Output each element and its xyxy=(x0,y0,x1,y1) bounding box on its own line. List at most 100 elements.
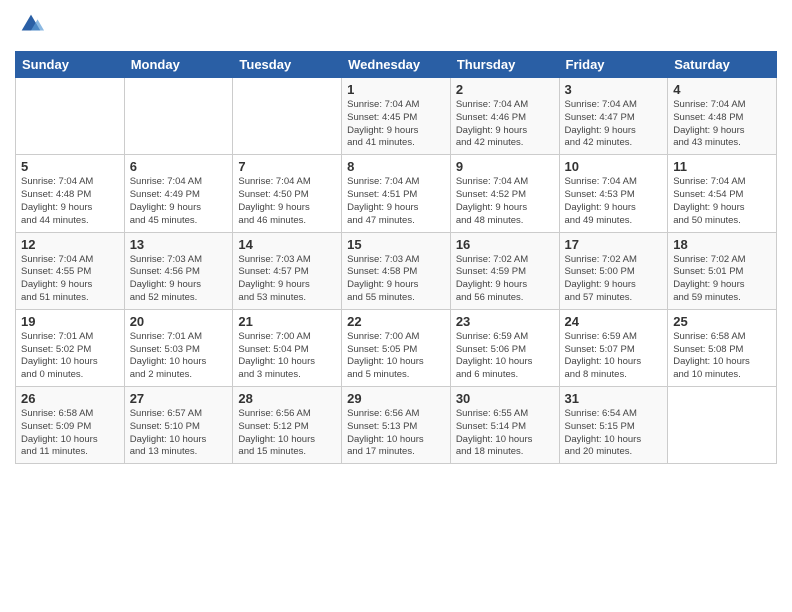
day-info: Sunrise: 7:03 AMSunset: 4:58 PMDaylight:… xyxy=(347,254,445,305)
day-number: 16 xyxy=(456,237,554,252)
day-number: 19 xyxy=(21,314,119,329)
day-number: 29 xyxy=(347,391,445,406)
day-info: Sunrise: 7:00 AMSunset: 5:04 PMDaylight:… xyxy=(238,331,336,382)
day-number: 30 xyxy=(456,391,554,406)
day-number: 28 xyxy=(238,391,336,406)
day-info: Sunrise: 6:56 AMSunset: 5:13 PMDaylight:… xyxy=(347,408,445,459)
day-cell: 14Sunrise: 7:03 AMSunset: 4:57 PMDayligh… xyxy=(233,232,342,309)
day-cell: 26Sunrise: 6:58 AMSunset: 5:09 PMDayligh… xyxy=(16,387,125,464)
day-cell: 9Sunrise: 7:04 AMSunset: 4:52 PMDaylight… xyxy=(450,155,559,232)
day-cell: 11 Sunrise: 7:04 AMSunset: 4:54 PMDayligh… xyxy=(668,155,777,232)
day-number: 24 xyxy=(565,314,663,329)
weekday-wednesday: Wednesday xyxy=(342,52,451,78)
day-number: 6 xyxy=(130,159,228,174)
day-number: 23 xyxy=(456,314,554,329)
day-number: 9 xyxy=(456,159,554,174)
day-cell: 3Sunrise: 7:04 AMSunset: 4:47 PMDaylight… xyxy=(559,78,668,155)
day-info: Sunrise: 6:58 AMSunset: 5:08 PMDaylight:… xyxy=(673,331,771,382)
weekday-thursday: Thursday xyxy=(450,52,559,78)
day-number: 25 xyxy=(673,314,771,329)
page: SundayMondayTuesdayWednesdayThursdayFrid… xyxy=(0,0,792,612)
day-number: 4 xyxy=(673,82,771,97)
day-cell: 15 Sunrise: 7:03 AMSunset: 4:58 PMDayligh… xyxy=(342,232,451,309)
day-info: Sunrise: 6:58 AMSunset: 5:09 PMDaylight:… xyxy=(21,408,119,459)
day-cell xyxy=(124,78,233,155)
day-number: 13 xyxy=(130,237,228,252)
week-row-3: 19 Sunrise: 7:01 AMSunset: 5:02 PMDayligh… xyxy=(16,309,777,386)
weekday-friday: Friday xyxy=(559,52,668,78)
header xyxy=(15,10,777,43)
day-cell: 28 Sunrise: 6:56 AMSunset: 5:12 PMDayligh… xyxy=(233,387,342,464)
day-info: Sunrise: 7:04 AMSunset: 4:48 PMDaylight:… xyxy=(673,99,771,150)
day-number: 31 xyxy=(565,391,663,406)
day-info: Sunrise: 7:02 AMSunset: 4:59 PMDaylight:… xyxy=(456,254,554,305)
day-cell: 1 Sunrise: 7:04 AMSunset: 4:45 PMDaylight… xyxy=(342,78,451,155)
day-cell: 30 Sunrise: 6:55 AMSunset: 5:14 PMDayligh… xyxy=(450,387,559,464)
week-row-1: 5 Sunrise: 7:04 AMSunset: 4:48 PMDaylight… xyxy=(16,155,777,232)
calendar: SundayMondayTuesdayWednesdayThursdayFrid… xyxy=(15,51,777,464)
day-cell: 8 Sunrise: 7:04 AMSunset: 4:51 PMDaylight… xyxy=(342,155,451,232)
day-cell xyxy=(16,78,125,155)
day-cell: 17 Sunrise: 7:02 AMSunset: 5:00 PMDayligh… xyxy=(559,232,668,309)
day-number: 7 xyxy=(238,159,336,174)
day-cell: 31 Sunrise: 6:54 AMSunset: 5:15 PMDayligh… xyxy=(559,387,668,464)
day-number: 27 xyxy=(130,391,228,406)
day-info: Sunrise: 7:02 AMSunset: 5:00 PMDaylight:… xyxy=(565,254,663,305)
day-cell: 18 Sunrise: 7:02 AMSunset: 5:01 PMDayligh… xyxy=(668,232,777,309)
day-cell: 29 Sunrise: 6:56 AMSunset: 5:13 PMDayligh… xyxy=(342,387,451,464)
day-cell: 13 Sunrise: 7:03 AMSunset: 4:56 PMDayligh… xyxy=(124,232,233,309)
day-cell: 21 Sunrise: 7:00 AMSunset: 5:04 PMDayligh… xyxy=(233,309,342,386)
day-info: Sunrise: 7:04 AMSunset: 4:46 PMDaylight:… xyxy=(456,99,554,150)
day-info: Sunrise: 6:59 AMSunset: 5:07 PMDaylight:… xyxy=(565,331,663,382)
day-cell: 20Sunrise: 7:01 AMSunset: 5:03 PMDayligh… xyxy=(124,309,233,386)
day-info: Sunrise: 6:54 AMSunset: 5:15 PMDaylight:… xyxy=(565,408,663,459)
day-cell: 5 Sunrise: 7:04 AMSunset: 4:48 PMDaylight… xyxy=(16,155,125,232)
weekday-saturday: Saturday xyxy=(668,52,777,78)
day-cell: 23 Sunrise: 6:59 AMSunset: 5:06 PMDayligh… xyxy=(450,309,559,386)
day-info: Sunrise: 6:56 AMSunset: 5:12 PMDaylight:… xyxy=(238,408,336,459)
day-info: Sunrise: 7:04 AMSunset: 4:51 PMDaylight:… xyxy=(347,176,445,227)
day-cell: 25 Sunrise: 6:58 AMSunset: 5:08 PMDayligh… xyxy=(668,309,777,386)
day-info: Sunrise: 7:03 AMSunset: 4:57 PMDaylight:… xyxy=(238,254,336,305)
day-number: 21 xyxy=(238,314,336,329)
day-cell xyxy=(668,387,777,464)
week-row-4: 26Sunrise: 6:58 AMSunset: 5:09 PMDayligh… xyxy=(16,387,777,464)
day-number: 11 xyxy=(673,159,771,174)
logo-icon xyxy=(17,10,45,38)
day-number: 12 xyxy=(21,237,119,252)
day-info: Sunrise: 6:57 AMSunset: 5:10 PMDaylight:… xyxy=(130,408,228,459)
day-info: Sunrise: 7:04 AMSunset: 4:54 PMDaylight:… xyxy=(673,176,771,227)
weekday-header-row: SundayMondayTuesdayWednesdayThursdayFrid… xyxy=(16,52,777,78)
day-info: Sunrise: 7:04 AMSunset: 4:47 PMDaylight:… xyxy=(565,99,663,150)
day-cell: 6 Sunrise: 7:04 AMSunset: 4:49 PMDaylight… xyxy=(124,155,233,232)
day-cell: 10Sunrise: 7:04 AMSunset: 4:53 PMDayligh… xyxy=(559,155,668,232)
day-cell: 4 Sunrise: 7:04 AMSunset: 4:48 PMDaylight… xyxy=(668,78,777,155)
day-cell: 16 Sunrise: 7:02 AMSunset: 4:59 PMDayligh… xyxy=(450,232,559,309)
day-info: Sunrise: 6:55 AMSunset: 5:14 PMDaylight:… xyxy=(456,408,554,459)
week-row-2: 12 Sunrise: 7:04 AMSunset: 4:55 PMDayligh… xyxy=(16,232,777,309)
week-row-0: 1 Sunrise: 7:04 AMSunset: 4:45 PMDaylight… xyxy=(16,78,777,155)
day-info: Sunrise: 7:02 AMSunset: 5:01 PMDaylight:… xyxy=(673,254,771,305)
day-cell: 24 Sunrise: 6:59 AMSunset: 5:07 PMDayligh… xyxy=(559,309,668,386)
day-info: Sunrise: 7:04 AMSunset: 4:53 PMDaylight:… xyxy=(565,176,663,227)
day-info: Sunrise: 7:03 AMSunset: 4:56 PMDaylight:… xyxy=(130,254,228,305)
day-cell: 12 Sunrise: 7:04 AMSunset: 4:55 PMDayligh… xyxy=(16,232,125,309)
day-number: 15 xyxy=(347,237,445,252)
day-cell: 19 Sunrise: 7:01 AMSunset: 5:02 PMDayligh… xyxy=(16,309,125,386)
day-number: 1 xyxy=(347,82,445,97)
day-number: 22 xyxy=(347,314,445,329)
day-info: Sunrise: 7:01 AMSunset: 5:02 PMDaylight:… xyxy=(21,331,119,382)
day-number: 20 xyxy=(130,314,228,329)
day-number: 8 xyxy=(347,159,445,174)
day-number: 5 xyxy=(21,159,119,174)
day-info: Sunrise: 7:04 AMSunset: 4:49 PMDaylight:… xyxy=(130,176,228,227)
weekday-monday: Monday xyxy=(124,52,233,78)
day-info: Sunrise: 7:04 AMSunset: 4:55 PMDaylight:… xyxy=(21,254,119,305)
day-number: 18 xyxy=(673,237,771,252)
day-info: Sunrise: 6:59 AMSunset: 5:06 PMDaylight:… xyxy=(456,331,554,382)
day-number: 17 xyxy=(565,237,663,252)
weekday-tuesday: Tuesday xyxy=(233,52,342,78)
day-info: Sunrise: 7:04 AMSunset: 4:48 PMDaylight:… xyxy=(21,176,119,227)
day-cell: 2Sunrise: 7:04 AMSunset: 4:46 PMDaylight… xyxy=(450,78,559,155)
day-info: Sunrise: 7:04 AMSunset: 4:45 PMDaylight:… xyxy=(347,99,445,150)
